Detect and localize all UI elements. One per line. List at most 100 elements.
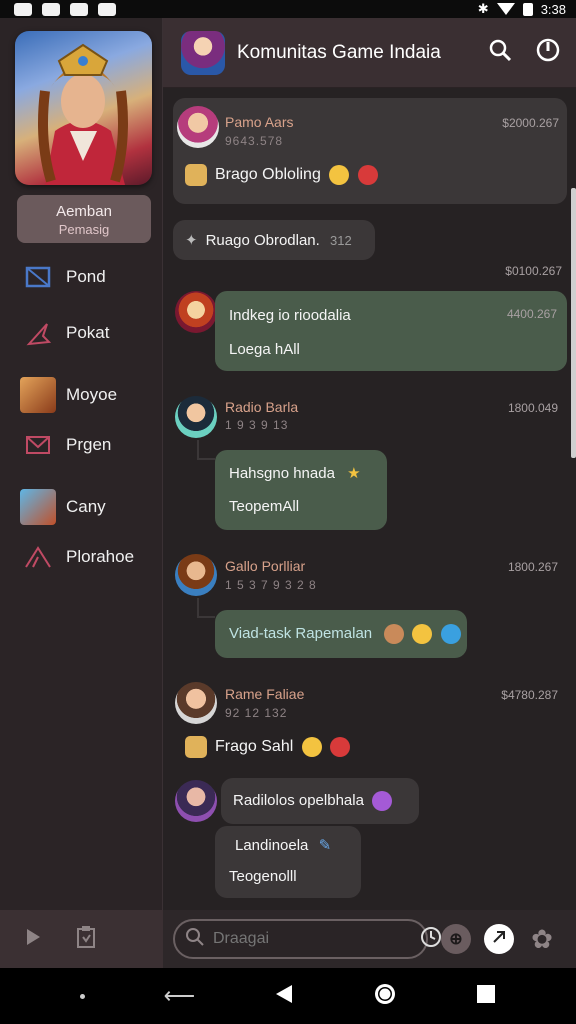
settings-button[interactable]: ✿ <box>527 924 557 954</box>
message-text: Frago Sahl <box>185 736 351 758</box>
message-card[interactable]: Radilolos opelbhala <box>221 778 419 824</box>
play-icon[interactable] <box>24 927 42 952</box>
chat-area[interactable]: Pamo Aars 9643.578 $2000.267 Brago Oblol… <box>163 88 576 910</box>
sender-name: Pamo Aars <box>225 114 294 130</box>
red-emoji-icon <box>357 165 378 185</box>
message-amount: $2000.267 <box>502 116 559 130</box>
notification-icon <box>98 2 116 16</box>
message-card[interactable]: Pamo Aars 9643.578 $2000.267 Brago Oblol… <box>173 98 567 204</box>
search-button[interactable] <box>480 33 520 73</box>
back-icon[interactable] <box>274 983 294 1010</box>
message-reply: Teogenolll <box>229 868 297 885</box>
star-icon: ★ <box>347 465 361 482</box>
game-thumb-icon <box>20 377 56 413</box>
notification-icon <box>70 2 88 16</box>
message-text: Brago Obloling <box>185 164 378 186</box>
profile-subtitle: Pemasig <box>58 222 110 237</box>
sender-name: Rame Faliae <box>225 686 305 702</box>
sidebar-footer <box>0 910 163 968</box>
message-count: 312 <box>330 233 352 248</box>
notification-icon <box>42 2 60 16</box>
thread-connector <box>197 598 215 618</box>
sidebar-item-label: Moyoe <box>66 385 118 404</box>
sender-id: 1 5 3 7 9 3 2 8 <box>225 578 317 592</box>
envelope-icon <box>20 427 56 463</box>
attach-button[interactable]: ⊕ <box>441 924 471 954</box>
sidebar-item-moyoe[interactable]: Moyoe <box>0 370 163 420</box>
message-card[interactable]: Indkeg io rioodalia Loega hAll 4400.267 <box>215 291 567 371</box>
avatar[interactable] <box>175 396 217 438</box>
message-body: Brago Obloling <box>215 166 321 184</box>
message-reply: Loega hAll <box>229 341 300 358</box>
power-icon <box>536 38 560 67</box>
message-card[interactable]: ✦ Ruago Obrodlan. 312 <box>173 220 375 260</box>
sidebar-item-plorahoe[interactable]: Plorahoe <box>0 532 163 582</box>
recents-icon[interactable] <box>476 984 496 1009</box>
chat-header: Komunitas Game Indaia <box>163 18 576 88</box>
message-card[interactable]: Viad-task Rapemalan <box>215 610 467 658</box>
profile-name: Aemban <box>56 203 112 220</box>
sidebar-item-label: Pond <box>66 267 106 286</box>
thread-connector <box>197 440 215 460</box>
sender-name: Gallo Porlliar <box>225 558 306 574</box>
badge-icon <box>185 164 207 186</box>
message-text: Hahsgno hnada ★ <box>229 464 361 482</box>
scrollbar[interactable] <box>571 188 576 458</box>
group-avatar[interactable] <box>181 30 225 75</box>
system-nav-bar: ⟵ <box>0 968 576 1024</box>
sidebar-item-pond[interactable]: Pond <box>0 258 163 296</box>
sidebar-item-pokat[interactable]: Pokat <box>0 308 163 358</box>
send-button[interactable] <box>484 924 514 954</box>
smile-emoji-icon <box>301 737 322 757</box>
clock-icon[interactable] <box>420 926 442 953</box>
message-text: Landinoela ✎ <box>235 836 331 854</box>
power-button[interactable] <box>528 33 568 73</box>
sidebar-item-label: Plorahoe <box>66 547 135 566</box>
avatar[interactable] <box>175 554 217 596</box>
avatar[interactable] <box>175 682 217 724</box>
message-body: Radilolos opelbhala <box>233 791 364 809</box>
message-amount: $0100.267 <box>505 264 562 278</box>
message-input-box[interactable] <box>173 919 441 959</box>
sparkle-icon: ✦ <box>185 232 198 249</box>
message-body: Landinoela <box>235 837 309 854</box>
search-icon <box>185 927 205 952</box>
sidebar-item-label: Prgen <box>66 435 112 454</box>
game-thumb-icon <box>20 489 56 525</box>
badge-icon <box>185 736 207 758</box>
sidebar-item-cany[interactable]: Cany <box>0 482 163 532</box>
message-amount: 1800.267 <box>507 560 558 574</box>
sender-id: 9643.578 <box>225 134 284 148</box>
avatar[interactable] <box>177 106 219 148</box>
avatar[interactable] <box>175 780 217 822</box>
message-text: ✦ Ruago Obrodlan. 312 <box>185 231 352 249</box>
status-bar: ✱ 3:38 <box>0 0 576 18</box>
message-body: Ruago Obrodlan. <box>205 232 320 249</box>
avatar[interactable] <box>175 291 217 333</box>
mail-icon <box>20 259 56 295</box>
message-card[interactable]: Hahsgno hnada ★ TeopemAll <box>215 450 387 530</box>
message-amount: $4780.287 <box>501 688 558 702</box>
message-body: Viad-task Rapemalan <box>229 624 373 642</box>
dot-icon <box>79 993 85 999</box>
message-card[interactable]: Landinoela ✎ Teogenolll <box>215 826 361 898</box>
sender-id: 1 9 3 9 13 <box>225 418 289 432</box>
tent-icon <box>20 539 56 575</box>
profile-button[interactable]: Aemban Pemasig <box>17 195 151 243</box>
sidebar-item-label: Cany <box>66 497 106 516</box>
wifi-icon <box>496 3 515 15</box>
sender-name: Radio Barla <box>225 399 299 415</box>
message-input[interactable] <box>213 930 420 948</box>
arrow-icon <box>20 315 56 351</box>
message-text: Viad-task Rapemalan <box>229 624 461 644</box>
sidebar-item-prgen[interactable]: Prgen <box>0 420 163 470</box>
blue-emoji-icon <box>440 624 461 644</box>
hero-avatar-image[interactable] <box>15 31 152 185</box>
battery-icon <box>522 2 533 16</box>
home-icon[interactable] <box>373 982 397 1011</box>
attach-icon: ⊕ <box>449 931 463 948</box>
clipboard-icon[interactable] <box>76 925 96 954</box>
character-emoji-icon <box>384 624 405 644</box>
back-gesture-icon[interactable]: ⟵ <box>164 983 196 1009</box>
smile-emoji-icon <box>329 165 350 185</box>
